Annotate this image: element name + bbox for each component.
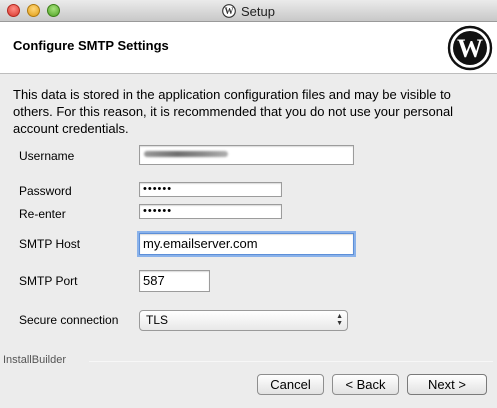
smtp-port-label: SMTP Port [19, 274, 78, 288]
secure-connection-value: TLS [146, 313, 169, 327]
wordpress-logo-icon: W [447, 25, 493, 71]
next-button[interactable]: Next > [407, 374, 487, 395]
reenter-password-field[interactable]: •••••• [139, 204, 282, 219]
smtp-port-field[interactable]: 587 [139, 270, 210, 292]
footer-divider [89, 361, 493, 362]
page-title: Configure SMTP Settings [13, 38, 169, 53]
username-label: Username [19, 149, 75, 163]
back-button[interactable]: < Back [332, 374, 399, 395]
smtp-host-field[interactable]: my.emailserver.com [139, 233, 354, 255]
wizard-header: Configure SMTP Settings W [0, 22, 497, 74]
cancel-button[interactable]: Cancel [257, 374, 324, 395]
installbuilder-brand: InstallBuilder [3, 354, 66, 366]
wordpress-small-icon: W [222, 4, 236, 18]
updown-arrows-icon: ▲ ▼ [336, 313, 343, 327]
intro-description: This data is stored in the application c… [13, 87, 454, 136]
redacted-username [144, 151, 228, 157]
smtp-host-label: SMTP Host [19, 237, 81, 251]
svg-text:W: W [457, 34, 483, 63]
password-field[interactable]: •••••• [139, 182, 282, 197]
username-field[interactable] [139, 145, 354, 165]
window-titlebar: W Setup [0, 0, 497, 22]
password-label: Password [19, 184, 72, 198]
reenter-label: Re-enter [19, 207, 66, 221]
svg-text:W: W [224, 6, 233, 16]
window-title-group: W Setup [0, 0, 497, 22]
secure-connection-select[interactable]: TLS ▲ ▼ [139, 310, 348, 331]
secure-connection-label: Secure connection [19, 313, 119, 327]
window-title: Setup [241, 3, 275, 19]
